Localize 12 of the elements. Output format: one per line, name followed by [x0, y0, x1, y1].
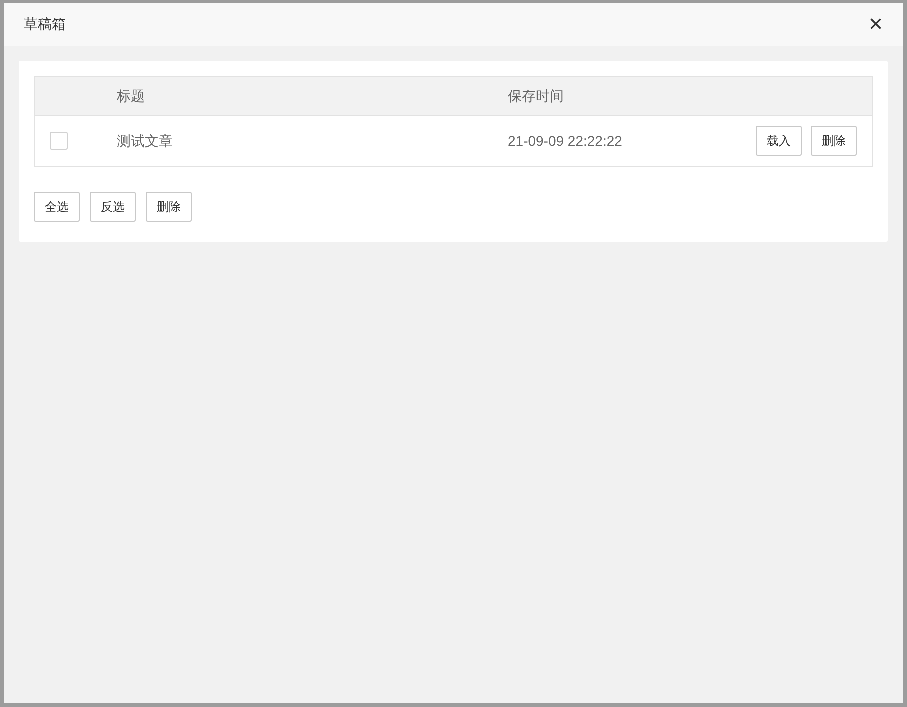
window-title: 草稿箱: [24, 15, 66, 34]
table-cell-text: 测试文章: [117, 132, 174, 150]
row-action-button[interactable]: 载入: [756, 126, 802, 156]
table-cell-text: 21-09-09 22:22:22: [508, 132, 624, 150]
close-button[interactable]: ×: [868, 12, 883, 36]
footer-button[interactable]: 反选: [90, 192, 136, 222]
row-action-button[interactable]: 删除: [811, 126, 857, 156]
column-header: 保存时间: [508, 86, 564, 106]
row-checkbox[interactable]: [50, 132, 68, 150]
footer-button[interactable]: 删除: [146, 192, 192, 222]
footer-button[interactable]: 全选: [34, 192, 80, 222]
column-header: 标题: [117, 86, 146, 106]
